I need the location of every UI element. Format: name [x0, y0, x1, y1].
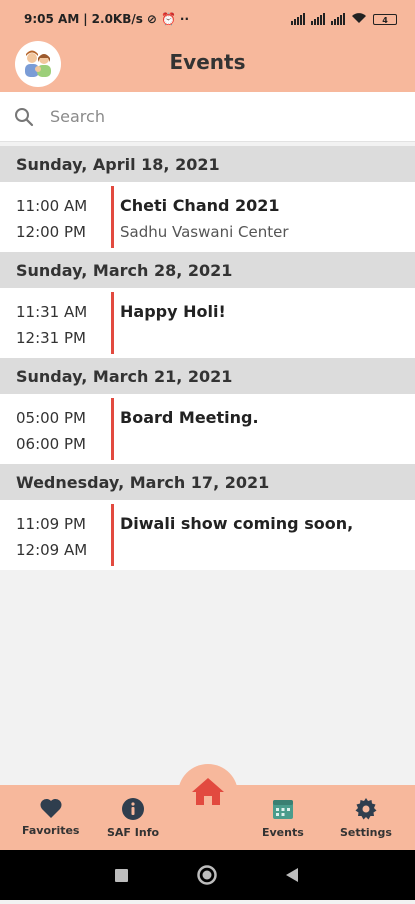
event-times: 11:09 PM 12:09 AM: [16, 511, 87, 563]
signal-icon-2: [311, 13, 325, 25]
event-title: Happy Holi!: [120, 302, 226, 321]
event-end-time: 12:09 AM: [16, 541, 88, 559]
event-title: Diwali show coming soon,: [120, 514, 354, 533]
info-icon: [122, 798, 145, 820]
event-accent-bar: [111, 504, 114, 566]
status-time: 9:05 AM: [24, 12, 80, 26]
event-details: Cheti Chand 2021 Sadhu Vaswani Center: [120, 193, 289, 245]
event-accent-bar: [111, 398, 114, 460]
event-location: Sadhu Vaswani Center: [120, 223, 289, 241]
search-icon: [15, 107, 34, 126]
signal-icon-3: [331, 13, 345, 25]
signal-icon: [291, 13, 305, 25]
event-accent-bar: [111, 186, 114, 248]
event-end-time: 12:31 PM: [16, 329, 86, 347]
status-right: 4: [291, 12, 397, 27]
nav-saf-info[interactable]: SAF Info: [107, 797, 159, 839]
wifi-icon: [351, 12, 367, 27]
system-nav-bar: [0, 850, 415, 900]
nav-events-label: Events: [262, 826, 304, 839]
nav-events[interactable]: Events: [262, 797, 304, 839]
day-header: Sunday, April 18, 2021: [0, 146, 415, 182]
more-dots-icon: ··: [179, 12, 190, 26]
event-start-time: 05:00 PM: [16, 409, 86, 427]
event-end-time: 06:00 PM: [16, 435, 86, 453]
day-header: Sunday, March 21, 2021: [0, 358, 415, 394]
status-netspeed: 2.0KB/s: [91, 12, 143, 26]
event-row[interactable]: 11:00 AM 12:00 PM Cheti Chand 2021 Sadhu…: [0, 182, 415, 252]
gear-icon: [355, 798, 377, 820]
event-end-time: 12:00 PM: [16, 223, 86, 241]
nav-settings-label: Settings: [340, 826, 392, 839]
event-title: Cheti Chand 2021: [120, 196, 280, 215]
alarm-icon: ⏰: [160, 12, 176, 26]
page-title: Events: [169, 50, 246, 74]
nav-home[interactable]: [178, 764, 238, 824]
calendar-icon: [272, 800, 293, 819]
status-left: 9:05 AM | 2.0KB/s ⊘ ⏰ ··: [24, 12, 190, 26]
event-times: 11:00 AM 12:00 PM: [16, 193, 87, 245]
nav-saf-info-label: SAF Info: [107, 826, 160, 839]
event-row[interactable]: 05:00 PM 06:00 PM Board Meeting.: [0, 394, 415, 464]
search-input[interactable]: [48, 106, 382, 127]
event-accent-bar: [111, 292, 114, 354]
event-row[interactable]: 11:31 AM 12:31 PM Happy Holi!: [0, 288, 415, 358]
event-list: Sunday, April 18, 2021 11:00 AM 12:00 PM…: [0, 146, 415, 570]
event-title: Board Meeting.: [120, 408, 259, 427]
battery-icon: 4: [373, 13, 397, 25]
recents-button[interactable]: [115, 869, 128, 882]
search-bar: [0, 92, 415, 142]
event-details: Diwali show coming soon,: [120, 511, 353, 537]
app-bar: Events: [0, 38, 415, 92]
event-times: 11:31 AM 12:31 PM: [16, 299, 87, 351]
event-times: 05:00 PM 06:00 PM: [16, 405, 86, 457]
event-details: Board Meeting.: [120, 405, 259, 431]
day-header: Sunday, March 28, 2021: [0, 252, 415, 288]
nav-favorites[interactable]: Favorites: [22, 797, 79, 837]
mute-icon: ⊘: [146, 12, 157, 26]
event-start-time: 11:31 AM: [16, 303, 88, 321]
nav-favorites-label: Favorites: [22, 824, 80, 837]
home-icon: [192, 778, 224, 805]
nav-settings[interactable]: Settings: [340, 797, 392, 839]
day-header: Wednesday, March 17, 2021: [0, 464, 415, 500]
event-start-time: 11:00 AM: [16, 197, 88, 215]
home-system-button[interactable]: [197, 865, 217, 885]
heart-icon: [40, 798, 62, 818]
back-button[interactable]: [286, 868, 298, 882]
event-details: Happy Holi!: [120, 299, 226, 325]
event-start-time: 11:09 PM: [16, 515, 86, 533]
event-row[interactable]: 11:09 PM 12:09 AM Diwali show coming soo…: [0, 500, 415, 570]
status-bar: 9:05 AM | 2.0KB/s ⊘ ⏰ ·· 4: [0, 0, 415, 38]
